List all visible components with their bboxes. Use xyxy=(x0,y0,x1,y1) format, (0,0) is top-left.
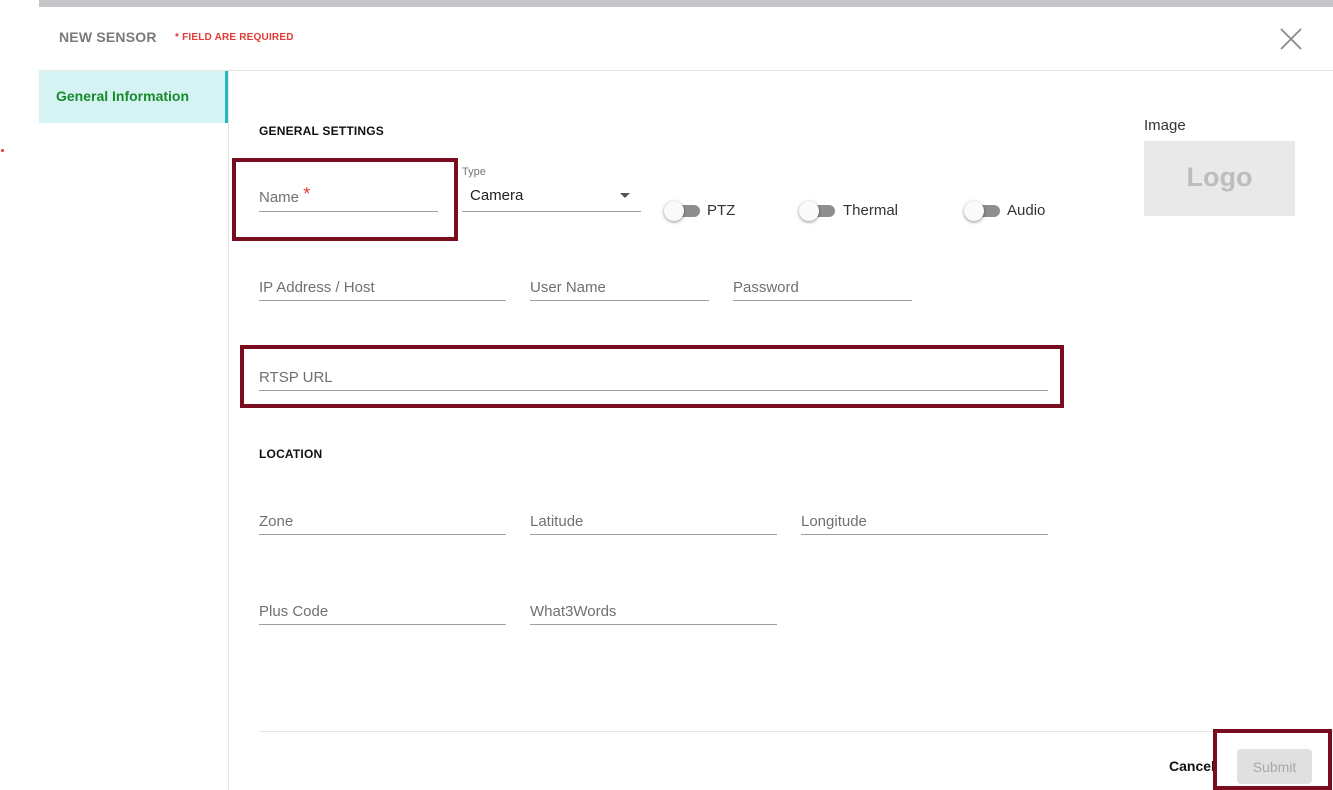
general-settings-heading: GENERAL SETTINGS xyxy=(259,124,384,138)
image-label: Image xyxy=(1144,117,1186,134)
logo-placeholder-text: Logo xyxy=(1186,162,1253,192)
user-name-input[interactable] xyxy=(530,279,709,296)
sidebar-divider xyxy=(228,71,229,790)
what3words-input[interactable] xyxy=(530,603,777,620)
location-heading: LOCATION xyxy=(259,447,323,461)
highlight-name-field xyxy=(232,158,458,241)
chevron-down-icon xyxy=(620,193,630,198)
required-note: * FIELD ARE REQUIRED xyxy=(175,32,294,43)
plus-code-input-wrap[interactable] xyxy=(259,594,506,625)
highlight-rtsp-url xyxy=(240,345,1064,408)
thermal-label: Thermal xyxy=(843,202,899,219)
audio-toggle[interactable] xyxy=(964,201,1004,221)
close-icon[interactable] xyxy=(1279,27,1303,51)
audio-label: Audio xyxy=(1007,202,1046,219)
plus-code-input[interactable] xyxy=(259,603,506,620)
marker-dot xyxy=(1,149,4,152)
longitude-input[interactable] xyxy=(801,513,1048,530)
password-input[interactable] xyxy=(733,279,912,296)
latitude-input-wrap[interactable] xyxy=(530,504,777,535)
thermal-toggle[interactable] xyxy=(799,201,839,221)
zone-input[interactable] xyxy=(259,513,506,530)
dialog-title: NEW SENSOR xyxy=(59,29,157,45)
zone-input-wrap[interactable] xyxy=(259,504,506,535)
type-select[interactable]: Camera xyxy=(462,180,641,212)
ptz-toggle[interactable] xyxy=(664,201,704,221)
what3words-input-wrap[interactable] xyxy=(530,594,777,625)
user-name-input-wrap[interactable] xyxy=(530,270,709,301)
highlight-submit xyxy=(1213,729,1332,790)
password-input-wrap[interactable] xyxy=(733,270,912,301)
ptz-label: PTZ xyxy=(707,202,736,219)
ip-address-input-wrap[interactable] xyxy=(259,270,506,301)
type-value: Camera xyxy=(470,187,524,204)
cancel-button[interactable]: Cancel xyxy=(1169,758,1215,774)
sidebar-item-label: General Information xyxy=(56,88,190,104)
longitude-input-wrap[interactable] xyxy=(801,504,1048,535)
logo-image-upload[interactable]: Logo xyxy=(1144,141,1295,216)
sidebar-item-general-information[interactable]: General Information xyxy=(39,71,228,123)
type-label: Type xyxy=(462,166,486,178)
footer-divider xyxy=(259,731,1333,732)
latitude-input[interactable] xyxy=(530,513,777,530)
ip-address-input[interactable] xyxy=(259,279,506,296)
dialog-header: NEW SENSOR * FIELD ARE REQUIRED xyxy=(39,7,1333,71)
top-bar xyxy=(39,0,1333,7)
